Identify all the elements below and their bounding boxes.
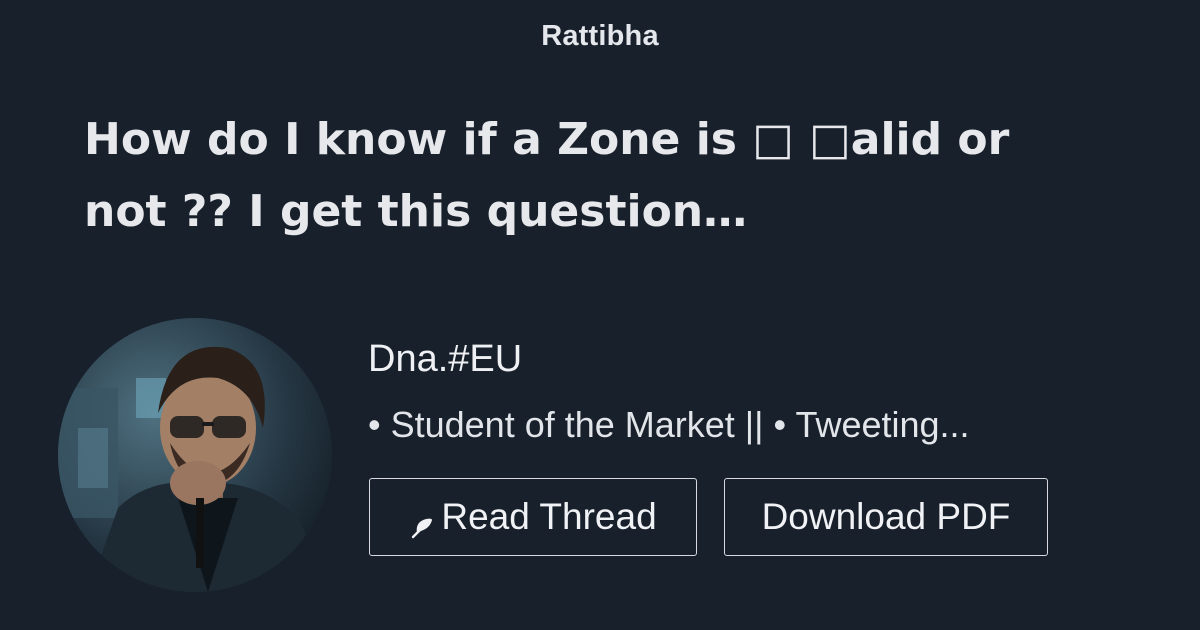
feather-icon xyxy=(409,507,435,539)
author-bio: • Student of the Market || • Tweeting... xyxy=(368,404,970,445)
thread-title: How do I know if a Zone is □ □alid or no… xyxy=(84,114,1010,237)
download-pdf-label: Download PDF xyxy=(761,496,1011,537)
avatar xyxy=(58,318,332,592)
download-pdf-button[interactable]: Download PDF xyxy=(724,478,1048,556)
brand-title: Rattibha xyxy=(541,20,659,52)
read-thread-button[interactable]: Read Thread xyxy=(369,478,697,556)
author-name: Dna.#EU xyxy=(368,338,523,380)
profile-photo xyxy=(58,318,332,592)
read-thread-label: Read Thread xyxy=(441,496,657,537)
